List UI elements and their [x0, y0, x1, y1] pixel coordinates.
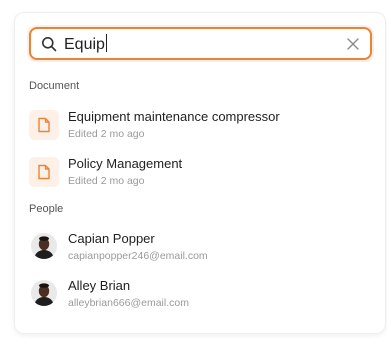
- person-email: capianpopper246@email.com: [68, 250, 208, 262]
- search-input[interactable]: Equip: [64, 34, 107, 55]
- document-title: Equipment maintenance compressor: [68, 109, 280, 124]
- document-title: Policy Management: [68, 156, 183, 171]
- list-item-document[interactable]: Policy Management Edited 2 mo ago: [25, 150, 375, 194]
- list-item-person[interactable]: Capian Popper capianpopper246@email.com: [25, 225, 375, 269]
- avatar: [31, 233, 57, 259]
- document-icon: [29, 110, 59, 140]
- search-dropdown-panel: Equip Document Equipment maintenance com…: [14, 12, 386, 334]
- search-field[interactable]: Equip: [29, 27, 372, 60]
- list-item-person[interactable]: Alley Brian alleybrian666@email.com: [25, 272, 375, 316]
- text-caret: [105, 34, 107, 52]
- person-name: Capian Popper: [68, 231, 155, 246]
- section-title-document: Document: [29, 80, 80, 92]
- person-email: alleybrian666@email.com: [68, 297, 189, 309]
- document-edited-time: Edited 2 mo ago: [68, 128, 145, 140]
- search-icon: [42, 37, 57, 52]
- person-name: Alley Brian: [68, 278, 131, 293]
- list-item-document[interactable]: Equipment maintenance compressor Edited …: [25, 103, 375, 147]
- section-title-people: People: [29, 203, 64, 215]
- avatar: [31, 280, 57, 306]
- document-icon: [29, 157, 59, 187]
- close-icon[interactable]: [346, 37, 360, 51]
- document-edited-time: Edited 2 mo ago: [68, 175, 145, 187]
